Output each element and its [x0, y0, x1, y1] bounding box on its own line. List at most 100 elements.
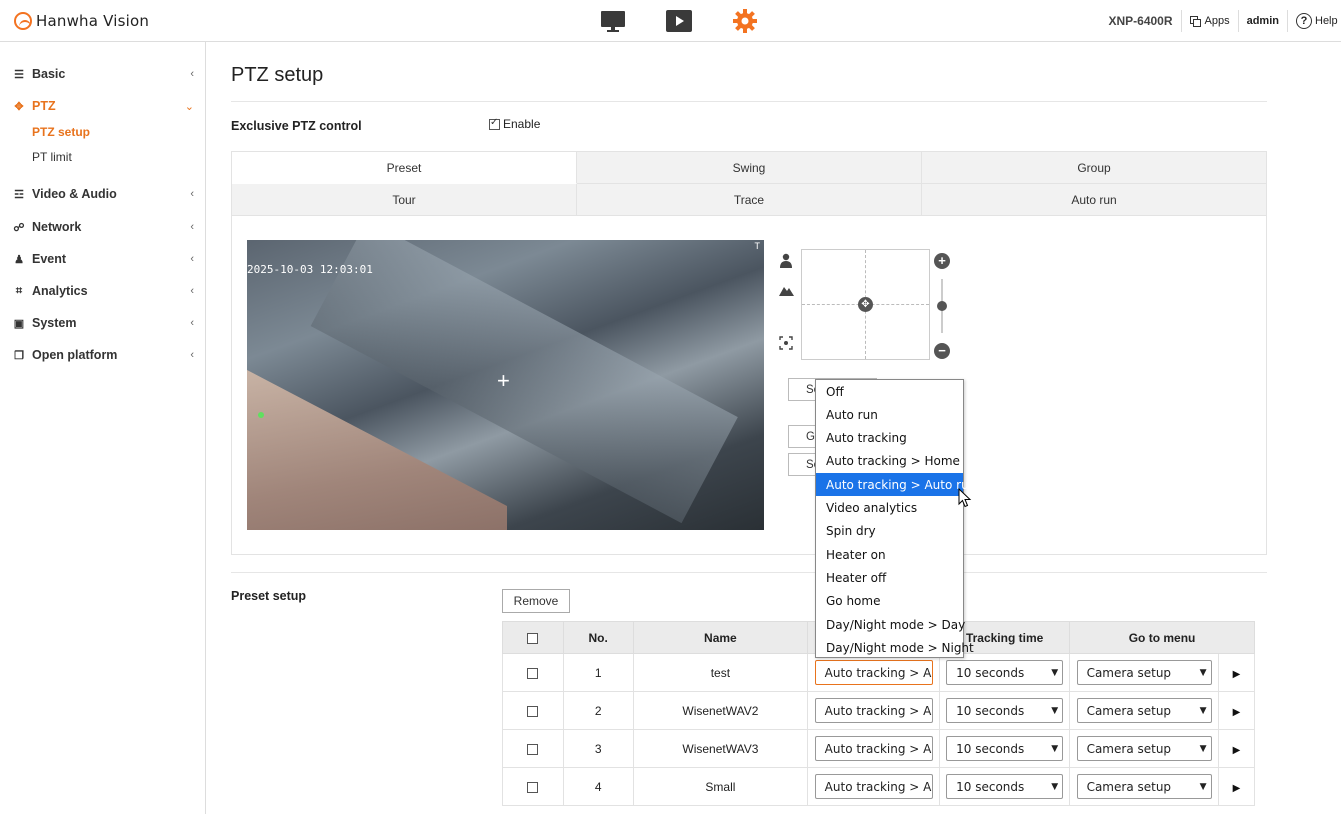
chevron-down-icon: ▼ [1051, 667, 1059, 678]
go-to-menu-select[interactable]: Camera setup ▼ [1076, 698, 1212, 723]
video-preview[interactable]: 2025-10-03 12:03:01 T + [247, 240, 764, 530]
dropdown-option[interactable]: Auto run [816, 403, 963, 426]
dropdown-option[interactable]: Day/Night mode > Day [816, 613, 965, 636]
tracking-time-select[interactable]: 10 seconds ▼ [946, 736, 1064, 761]
zoom-in-icon[interactable]: + [934, 253, 950, 269]
play-icon[interactable] [666, 9, 692, 33]
preset-number: 1 [562, 653, 634, 692]
help-button[interactable]: ? Help [1296, 13, 1341, 29]
mountain-icon[interactable] [779, 283, 794, 301]
preset-name: Small [632, 767, 809, 806]
dropdown-option[interactable]: Auto tracking [816, 427, 963, 450]
row-checkbox[interactable] [527, 705, 539, 717]
remove-button[interactable]: Remove [502, 589, 570, 613]
dropdown-option[interactable]: Day/Night mode > Night [816, 636, 974, 659]
chevron-left-icon: ‹ [190, 188, 194, 200]
row-select-cell [502, 729, 564, 768]
sidebar-item-system[interactable]: ▣ System ‹ [12, 313, 194, 333]
action-select[interactable]: Auto tracking > A▼ [814, 660, 933, 685]
chevron-left-icon: ‹ [190, 285, 194, 297]
play-icon[interactable]: ▶ [1233, 745, 1241, 756]
sidebar-item-network[interactable]: ☍ Network ‹ [12, 217, 194, 237]
zoom-out-icon[interactable]: − [934, 343, 950, 359]
menu-select-value: Camera setup [1086, 779, 1172, 794]
sidebar-item-label: PTZ [32, 99, 56, 113]
zoom-slider[interactable]: + − [934, 253, 950, 359]
divider [1180, 10, 1182, 32]
play-icon[interactable]: ▶ [1233, 783, 1241, 794]
sidebar-item-event[interactable]: ♟ Event ‹ [12, 249, 194, 269]
tab-tour[interactable]: Tour [232, 184, 577, 216]
tracking-time-select[interactable]: 10 seconds ▼ [946, 774, 1064, 799]
play-icon[interactable]: ▶ [1233, 707, 1241, 718]
video-indicator: T [754, 241, 761, 251]
tracking-time-select[interactable]: 10 seconds ▼ [946, 660, 1064, 685]
sidebar-item-ptz[interactable]: ✥ PTZ ⌄ [12, 96, 194, 116]
tracking-time-select[interactable]: 10 seconds ▼ [946, 698, 1064, 723]
system-icon: ▣ [13, 317, 25, 330]
action-select[interactable]: Auto tracking > A▼ [814, 774, 933, 799]
play-icon[interactable]: ▶ [1233, 669, 1241, 680]
dropdown-option[interactable]: Video analytics [816, 497, 963, 520]
go-to-menu-select[interactable]: Camera setup ▼ [1076, 736, 1212, 761]
video-timestamp: 2025-10-03 12:03:01 [247, 263, 373, 276]
person-icon[interactable] [779, 253, 793, 273]
dropdown-option[interactable]: Auto tracking > Home [816, 450, 963, 473]
select-all-checkbox[interactable] [527, 632, 539, 644]
row-checkbox[interactable] [527, 667, 539, 679]
menu-cell: Camera setup ▼ [1069, 767, 1220, 806]
action-select[interactable]: Auto tracking > A▼ [814, 736, 933, 761]
table-row: 4 Small Auto tracking > A▼ 10 seconds▼ C… [502, 767, 1255, 806]
sidebar-item-label: Network [32, 220, 82, 234]
enable-checkbox[interactable]: Enable [489, 117, 540, 131]
dropdown-option[interactable]: Heater on [816, 543, 963, 566]
apps-button[interactable]: Apps [1189, 15, 1230, 27]
tab-group[interactable]: Group [922, 152, 1266, 184]
tab-auto-run[interactable]: Auto run [922, 184, 1266, 216]
sidebar-subitem-ptz-setup[interactable]: PTZ setup [32, 125, 90, 139]
chevron-down-icon: ▼ [1199, 667, 1207, 678]
sidebar-item-label: Analytics [32, 284, 88, 298]
column-header-go-to-menu: Go to menu [1069, 621, 1255, 654]
focus-icon[interactable] [779, 336, 793, 355]
platform-icon: ❐ [14, 349, 24, 362]
brand-logo[interactable]: Hanwha Vision [14, 12, 149, 30]
monitor-icon[interactable] [600, 9, 626, 33]
status-dot [258, 412, 264, 418]
crosshair-icon: + [497, 368, 510, 393]
dropdown-option[interactable]: Off [816, 380, 963, 403]
user-menu[interactable]: admin [1247, 15, 1279, 27]
sidebar-item-basic[interactable]: ☰ Basic ‹ [12, 64, 194, 84]
zoom-handle[interactable] [937, 301, 947, 311]
sidebar-item-label: System [32, 316, 77, 330]
row-checkbox[interactable] [527, 743, 539, 755]
sidebar: ☰ Basic ‹ ✥ PTZ ⌄ PTZ setup PT limit ☲ V… [0, 42, 206, 814]
tab-preset[interactable]: Preset [232, 152, 577, 184]
action-select-value: Auto tracking > A [824, 703, 932, 718]
brand-name: Hanwha Vision [36, 12, 150, 30]
tab-trace[interactable]: Trace [577, 184, 922, 216]
tracking-select-value: 10 seconds [956, 741, 1025, 756]
sidebar-subitem-pt-limit[interactable]: PT limit [32, 150, 72, 164]
row-select-cell [502, 653, 564, 692]
sidebar-item-open-platform[interactable]: ❐ Open platform ‹ [12, 345, 194, 365]
sidebar-item-video-audio[interactable]: ☲ Video & Audio ‹ [12, 184, 194, 204]
checkbox-checked-icon[interactable] [489, 117, 500, 130]
go-to-menu-select[interactable]: Camera setup ▼ [1076, 660, 1212, 685]
dropdown-option-highlighted[interactable]: Auto tracking > Auto run [816, 473, 976, 497]
table-row: 3 WisenetWAV3 Auto tracking > A▼ 10 seco… [502, 729, 1255, 768]
dropdown-option[interactable]: Spin dry [816, 520, 963, 543]
gear-icon[interactable] [732, 9, 758, 33]
dropdown-option[interactable]: Go home [816, 590, 963, 613]
action-select[interactable]: Auto tracking > A▼ [814, 698, 933, 723]
dropdown-option[interactable]: Heater off [816, 566, 963, 589]
tracking-select-value: 10 seconds [956, 665, 1025, 680]
tab-swing[interactable]: Swing [577, 152, 922, 184]
ptz-tabs: Preset Swing Group Tour Trace Auto run [231, 151, 1267, 216]
sidebar-item-analytics[interactable]: ⌗ Analytics ‹ [12, 281, 194, 301]
go-to-menu-select[interactable]: Camera setup ▼ [1076, 774, 1212, 799]
row-checkbox[interactable] [527, 781, 539, 793]
move-handle-icon[interactable]: ✥ [858, 297, 873, 312]
row-select-cell [502, 691, 564, 730]
ptz-joypad[interactable]: ✥ [801, 249, 930, 360]
